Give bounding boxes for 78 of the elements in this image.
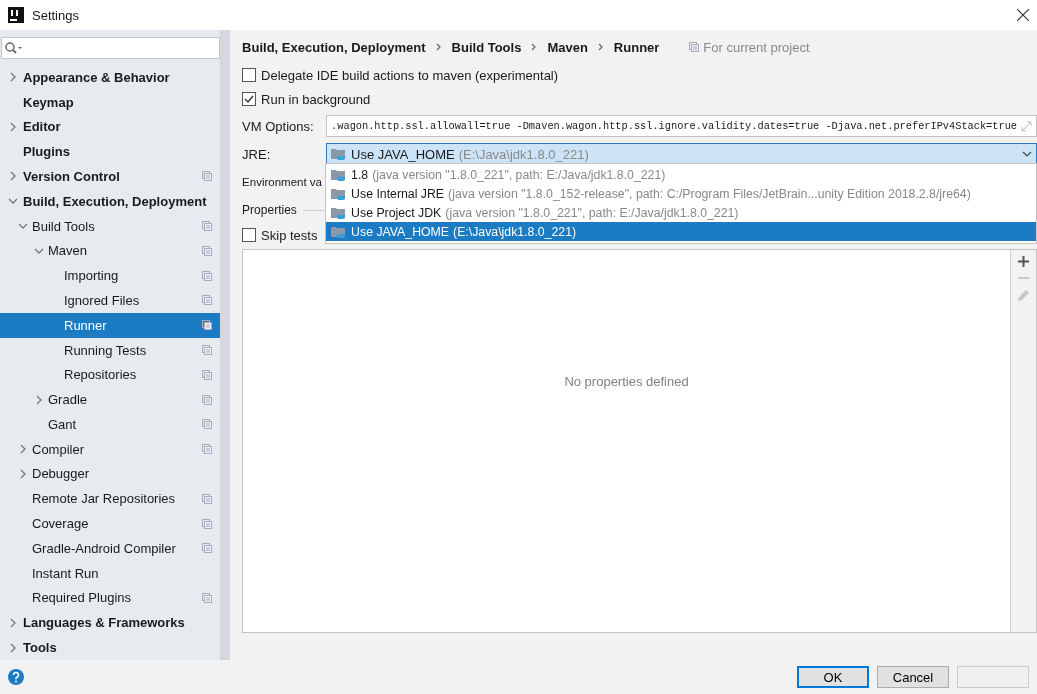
field-label: JRE:	[242, 146, 272, 162]
tree-item[interactable]: Required Plugins	[0, 585, 221, 611]
chevron-right-icon[interactable]	[9, 617, 17, 628]
tree-item[interactable]: Runner	[0, 312, 221, 338]
tree-item[interactable]: Instant Run	[0, 560, 221, 586]
tree-item[interactable]: Gradle	[0, 387, 221, 412]
chevron-right-icon	[597, 43, 604, 51]
jre-dropdown[interactable]: Use JAVA_HOME (E:\Java\jdk1.8.0_221)	[326, 143, 1037, 165]
dialog-button[interactable]: OK	[797, 666, 869, 688]
dropdown-option[interactable]: Use Project JDK (java version "1.8.0_221", path: E:/Java/jdk1.8.0_221)	[326, 203, 1036, 222]
tree-item[interactable]: Editor	[0, 114, 221, 140]
expand-icon[interactable]	[1021, 120, 1032, 132]
tree-item[interactable]: Build, Execution, Deployment	[0, 188, 221, 214]
section-label: Properties	[242, 203, 297, 217]
checkbox[interactable]	[242, 92, 257, 106]
tree-item[interactable]: Gradle-Android Compiler	[0, 536, 221, 561]
dropdown-option[interactable]: 1.8 (java version "1.8.0_221", path: E:/Java/jdk1.8.0_221)	[326, 165, 1036, 184]
breadcrumb-item[interactable]: Runner	[613, 39, 660, 55]
checkbox-label[interactable]: Delegate IDE build actions to maven (experimental)	[261, 67, 559, 83]
breadcrumb-item[interactable]: Build, Execution, Deployment	[242, 39, 426, 55]
chevron-right-icon[interactable]	[9, 171, 17, 182]
chevron-right-icon[interactable]	[9, 642, 17, 653]
empty-message: No properties defined	[564, 373, 689, 389]
breadcrumb-item[interactable]: Maven	[547, 39, 588, 55]
tree-item[interactable]: Importing	[0, 263, 221, 288]
close-icon[interactable]	[1017, 9, 1029, 21]
folder-cup-icon	[331, 186, 348, 201]
app-logo-icon	[8, 7, 24, 23]
add-icon[interactable]	[1018, 256, 1029, 267]
tree-item[interactable]: Ignored Files	[0, 288, 221, 313]
scrollbar[interactable]	[220, 30, 231, 660]
tree-item[interactable]: Tools	[0, 635, 221, 660]
tree-item[interactable]: Keymap	[0, 89, 221, 115]
checkbox-label[interactable]: Run in background	[261, 91, 371, 107]
chevron-right-icon[interactable]	[9, 121, 17, 132]
tree-item[interactable]: Build Tools	[0, 213, 221, 239]
chevron-right-icon[interactable]	[19, 444, 27, 455]
tree-item[interactable]: Appearance & Behavior	[0, 64, 221, 90]
tree-item[interactable]: Gant	[0, 412, 221, 437]
folder-cup-icon	[331, 224, 348, 239]
chevron-right-icon	[531, 43, 538, 51]
tree-item[interactable]: Plugins	[0, 139, 221, 165]
dropdown-option[interactable]: Use JAVA_HOME (E:\Java\jdk1.8.0_221)	[326, 222, 1036, 241]
chevron-down-icon[interactable]	[1022, 151, 1032, 157]
field-label: Environment va	[242, 176, 322, 188]
help-icon[interactable]	[8, 669, 24, 685]
copy-icon	[689, 42, 700, 52]
chevron-right-icon	[435, 43, 442, 51]
tree-item[interactable]: Languages & Frameworks	[0, 610, 221, 636]
search-icon	[5, 41, 23, 54]
dialog-button[interactable]: Cancel	[877, 666, 949, 688]
tree-item[interactable]: Version Control	[0, 164, 221, 189]
tree-item[interactable]: Compiler	[0, 436, 221, 462]
chevron-down-icon[interactable]	[34, 246, 44, 255]
chevron-right-icon[interactable]	[35, 394, 43, 405]
chevron-right-icon[interactable]	[19, 469, 27, 479]
dropdown-option[interactable]: Use Internal JRE (java version "1.8.0_152-release", path: C:/Program Files/JetBrain...unity Edition 2018.2.8/jre64)	[326, 184, 1036, 203]
field-label: VM Options:	[242, 118, 315, 134]
folder-cup-icon	[331, 167, 348, 182]
chevron-down-icon[interactable]	[18, 222, 28, 230]
tree-item[interactable]: Running Tests	[0, 337, 221, 363]
checkbox[interactable]	[242, 68, 257, 82]
tree-item[interactable]: Maven	[0, 238, 221, 264]
breadcrumb-item[interactable]: Build Tools	[451, 39, 522, 55]
chevron-right-icon[interactable]	[9, 72, 17, 83]
tree-item[interactable]: Repositories	[0, 362, 221, 388]
checkbox[interactable]	[242, 228, 257, 242]
folder-cup-icon	[331, 205, 348, 220]
window-title: Settings	[32, 7, 80, 23]
tree-item[interactable]: Debugger	[0, 461, 221, 487]
search-field[interactable]	[1, 37, 221, 59]
tree-item[interactable]: Remote Jar Repositories	[0, 486, 221, 512]
tree-item[interactable]: Coverage	[0, 511, 221, 536]
scope-label: For current project	[703, 39, 810, 55]
vm-options-field[interactable]: .wagon.http.ssl.allowall=true -Dmaven.wagon.http.ssl.ignore.validity.dates=true -Djava.net.preferIPv4Stack=true	[326, 115, 1037, 137]
checkbox-label[interactable]: Skip tests	[261, 227, 318, 243]
folder-cup-icon	[331, 147, 348, 161]
chevron-down-icon[interactable]	[8, 197, 18, 206]
